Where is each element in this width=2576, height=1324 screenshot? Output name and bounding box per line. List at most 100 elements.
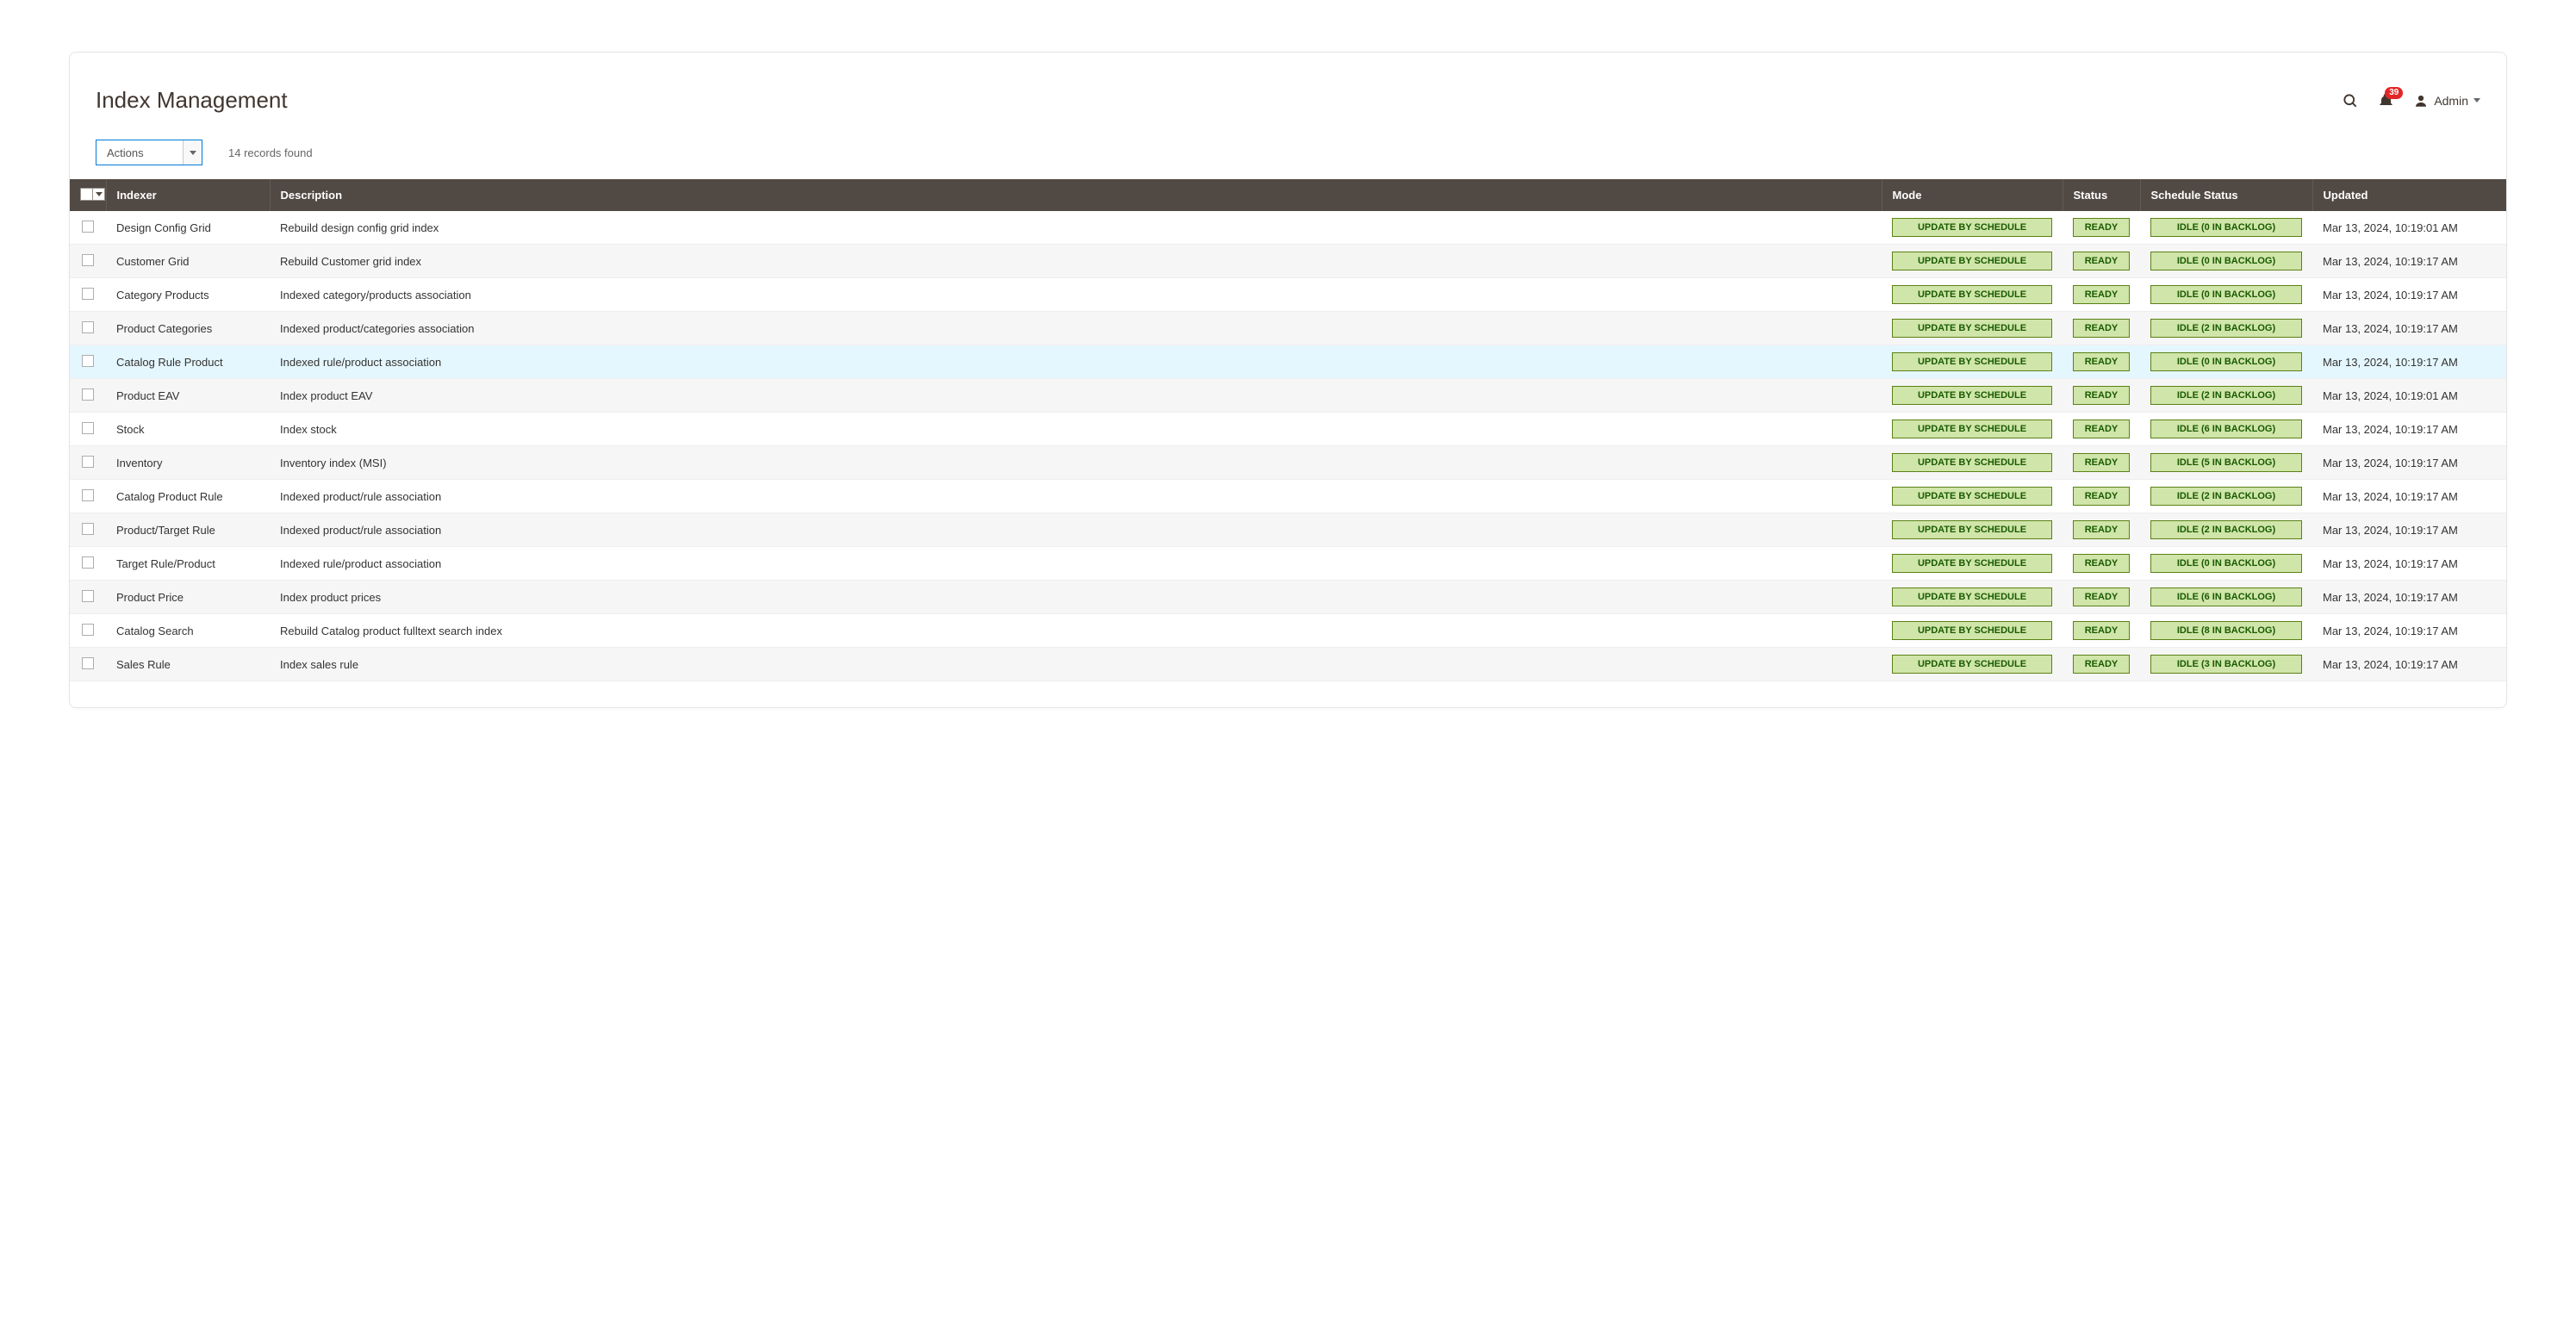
row-checkbox[interactable] <box>82 489 94 501</box>
row-checkbox-cell[interactable] <box>70 345 106 379</box>
row-checkbox[interactable] <box>82 355 94 367</box>
table-row[interactable]: Sales RuleIndex sales ruleUPDATE BY SCHE… <box>70 648 2506 681</box>
row-checkbox-cell[interactable] <box>70 413 106 446</box>
cell-schedule: IDLE (0 IN BACKLOG) <box>2140 547 2312 581</box>
cell-schedule-badge: IDLE (2 IN BACKLOG) <box>2150 487 2302 506</box>
cell-status: READY <box>2063 480 2140 513</box>
table-row[interactable]: Catalog SearchRebuild Catalog product fu… <box>70 614 2506 648</box>
row-checkbox-cell[interactable] <box>70 245 106 278</box>
cell-mode: UPDATE BY SCHEDULE <box>1882 278 2063 312</box>
cell-mode-badge: UPDATE BY SCHEDULE <box>1892 386 2052 405</box>
cell-status: READY <box>2063 581 2140 614</box>
cell-description: Indexed rule/product association <box>270 345 1882 379</box>
cell-status-badge: READY <box>2073 655 2130 674</box>
row-checkbox[interactable] <box>82 221 94 233</box>
row-checkbox[interactable] <box>82 590 94 602</box>
cell-status-badge: READY <box>2073 319 2130 338</box>
col-header-mode[interactable]: Mode <box>1882 179 2063 211</box>
cell-schedule-badge: IDLE (0 IN BACKLOG) <box>2150 352 2302 371</box>
col-header-updated[interactable]: Updated <box>2312 179 2506 211</box>
cell-updated: Mar 13, 2024, 10:19:17 AM <box>2312 547 2506 581</box>
row-checkbox-cell[interactable] <box>70 648 106 681</box>
cell-status-badge: READY <box>2073 352 2130 371</box>
cell-schedule: IDLE (2 IN BACKLOG) <box>2140 312 2312 345</box>
row-checkbox-cell[interactable] <box>70 379 106 413</box>
row-checkbox[interactable] <box>82 624 94 636</box>
row-checkbox-cell[interactable] <box>70 278 106 312</box>
select-all-header[interactable] <box>70 179 106 211</box>
cell-indexer: Inventory <box>106 446 270 480</box>
col-header-indexer[interactable]: Indexer <box>106 179 270 211</box>
col-header-description[interactable]: Description <box>270 179 1882 211</box>
table-row[interactable]: Target Rule/ProductIndexed rule/product … <box>70 547 2506 581</box>
row-checkbox[interactable] <box>82 556 94 569</box>
row-checkbox[interactable] <box>82 422 94 434</box>
cell-mode: UPDATE BY SCHEDULE <box>1882 245 2063 278</box>
admin-panel: Index Management 39 Admin <box>69 52 2507 708</box>
cell-mode: UPDATE BY SCHEDULE <box>1882 345 2063 379</box>
cell-indexer: Product Price <box>106 581 270 614</box>
admin-user-menu[interactable]: Admin <box>2413 93 2480 109</box>
table-row[interactable]: Catalog Product RuleIndexed product/rule… <box>70 480 2506 513</box>
row-checkbox-cell[interactable] <box>70 513 106 547</box>
row-checkbox-cell[interactable] <box>70 211 106 245</box>
cell-updated: Mar 13, 2024, 10:19:17 AM <box>2312 480 2506 513</box>
cell-indexer: Sales Rule <box>106 648 270 681</box>
cell-status: READY <box>2063 513 2140 547</box>
select-all-dropdown[interactable] <box>92 189 104 200</box>
cell-mode: UPDATE BY SCHEDULE <box>1882 312 2063 345</box>
col-header-status[interactable]: Status <box>2063 179 2140 211</box>
row-checkbox-cell[interactable] <box>70 312 106 345</box>
table-row[interactable]: Product PriceIndex product pricesUPDATE … <box>70 581 2506 614</box>
cell-status-badge: READY <box>2073 587 2130 606</box>
row-checkbox[interactable] <box>82 254 94 266</box>
row-checkbox[interactable] <box>82 288 94 300</box>
table-row[interactable]: Catalog Rule ProductIndexed rule/product… <box>70 345 2506 379</box>
table-row[interactable]: StockIndex stockUPDATE BY SCHEDULEREADYI… <box>70 413 2506 446</box>
cell-schedule-badge: IDLE (8 IN BACKLOG) <box>2150 621 2302 640</box>
cell-indexer: Catalog Search <box>106 614 270 648</box>
cell-updated: Mar 13, 2024, 10:19:17 AM <box>2312 648 2506 681</box>
cell-mode-badge: UPDATE BY SCHEDULE <box>1892 487 2052 506</box>
table-row[interactable]: Customer GridRebuild Customer grid index… <box>70 245 2506 278</box>
row-checkbox[interactable] <box>82 657 94 669</box>
table-row[interactable]: Product CategoriesIndexed product/catego… <box>70 312 2506 345</box>
cell-mode: UPDATE BY SCHEDULE <box>1882 413 2063 446</box>
cell-status: READY <box>2063 413 2140 446</box>
row-checkbox[interactable] <box>82 456 94 468</box>
row-checkbox-cell[interactable] <box>70 581 106 614</box>
row-checkbox[interactable] <box>82 388 94 401</box>
cell-schedule-badge: IDLE (2 IN BACKLOG) <box>2150 386 2302 405</box>
cell-description: Rebuild Catalog product fulltext search … <box>270 614 1882 648</box>
row-checkbox[interactable] <box>82 523 94 535</box>
cell-updated: Mar 13, 2024, 10:19:17 AM <box>2312 245 2506 278</box>
notifications-icon[interactable]: 39 <box>2378 92 2394 109</box>
cell-indexer: Customer Grid <box>106 245 270 278</box>
cell-schedule: IDLE (0 IN BACKLOG) <box>2140 278 2312 312</box>
row-checkbox-cell[interactable] <box>70 480 106 513</box>
cell-indexer: Catalog Product Rule <box>106 480 270 513</box>
page-title: Index Management <box>96 87 288 114</box>
cell-status: READY <box>2063 379 2140 413</box>
table-row[interactable]: Product/Target RuleIndexed product/rule … <box>70 513 2506 547</box>
page-header: Index Management 39 Admin <box>70 87 2506 140</box>
cell-status-badge: READY <box>2073 554 2130 573</box>
table-row[interactable]: Category ProductsIndexed category/produc… <box>70 278 2506 312</box>
table-row[interactable]: Product EAVIndex product EAVUPDATE BY SC… <box>70 379 2506 413</box>
table-row[interactable]: Design Config GridRebuild design config … <box>70 211 2506 245</box>
row-checkbox-cell[interactable] <box>70 614 106 648</box>
cell-description: Indexed product/rule association <box>270 480 1882 513</box>
cell-indexer: Category Products <box>106 278 270 312</box>
select-all-checkbox[interactable] <box>81 189 92 200</box>
search-icon[interactable] <box>2342 92 2359 109</box>
cell-description: Rebuild Customer grid index <box>270 245 1882 278</box>
cell-indexer: Catalog Rule Product <box>106 345 270 379</box>
cell-status-badge: READY <box>2073 520 2130 539</box>
cell-mode-badge: UPDATE BY SCHEDULE <box>1892 252 2052 270</box>
row-checkbox-cell[interactable] <box>70 547 106 581</box>
actions-dropdown[interactable]: Actions <box>96 140 202 165</box>
table-row[interactable]: InventoryInventory index (MSI)UPDATE BY … <box>70 446 2506 480</box>
row-checkbox[interactable] <box>82 321 94 333</box>
row-checkbox-cell[interactable] <box>70 446 106 480</box>
col-header-schedule[interactable]: Schedule Status <box>2140 179 2312 211</box>
